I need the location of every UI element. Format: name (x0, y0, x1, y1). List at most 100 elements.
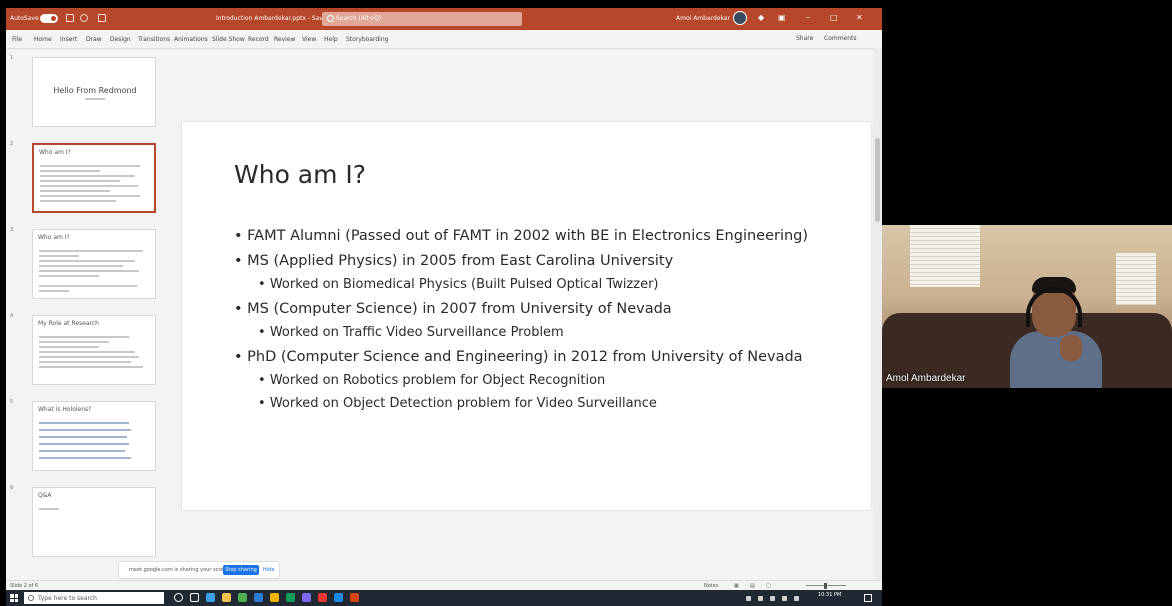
windows-start-icon[interactable] (10, 594, 18, 602)
present-icon[interactable] (98, 14, 106, 22)
bullet-level1: • PhD (Computer Science and Engineering)… (234, 349, 803, 365)
menu-slide-show[interactable]: Slide Show (212, 36, 245, 43)
menu-record[interactable]: Record (248, 36, 269, 43)
participant-video-tile[interactable]: Amol Ambardekar (882, 225, 1172, 388)
volume-icon[interactable] (782, 596, 787, 601)
ribbon-display-icon[interactable]: ▣ (778, 13, 786, 22)
normal-view-icon[interactable]: ▦ (734, 583, 739, 589)
thumbnail-title: Who am I? (38, 234, 70, 241)
slide-number: 1 (10, 55, 14, 61)
menu-animations[interactable]: Animations (174, 36, 208, 43)
chrome-icon[interactable] (238, 593, 247, 602)
app-icon[interactable] (334, 593, 343, 602)
slide-thumbnail-3[interactable]: Who am I? (32, 229, 156, 299)
diamond-icon[interactable]: ◆ (758, 13, 764, 22)
powerpoint-taskbar-icon[interactable] (350, 593, 359, 602)
slide-number: 4 (10, 313, 14, 319)
taskbar-search-placeholder: Type here to search (38, 595, 97, 602)
scrollbar-thumb[interactable] (875, 138, 880, 222)
powerpoint-window: AutoSave Introduction Ambardekar.pptx - … (6, 8, 882, 606)
user-name[interactable]: Amol Ambardekar (676, 15, 730, 22)
clock-time: 10:31 PM (818, 592, 842, 598)
slide-thumbnail-1[interactable]: Hello From Redmond (32, 57, 156, 127)
avatar[interactable] (733, 11, 747, 25)
window-blinds (1116, 253, 1156, 305)
bullet-level1: • FAMT Alumni (Passed out of FAMT in 200… (234, 228, 809, 244)
thumbnail-title: Hello From Redmond (53, 86, 137, 95)
search-icon (327, 15, 334, 22)
menu-home[interactable]: Home (34, 36, 52, 43)
bullet-level2: • Worked on Biomedical Physics (Built Pu… (258, 277, 659, 292)
stop-sharing-button[interactable]: Stop sharing (223, 565, 259, 575)
zoom-slider-knob[interactable] (824, 583, 827, 589)
thumbnail-title: Q&A (38, 492, 52, 499)
bullet-level2: • Worked on Object Detection problem for… (258, 396, 657, 411)
close-icon[interactable]: ✕ (856, 13, 863, 22)
slide-bullets[interactable]: • FAMT Alumni (Passed out of FAMT in 200… (234, 227, 854, 419)
menu-insert[interactable]: Insert (60, 36, 77, 43)
title-bar: AutoSave Introduction Ambardekar.pptx - … (6, 8, 882, 30)
slide-thumbnail-5[interactable]: What is Hololens? (32, 401, 156, 471)
search-placeholder: Search (Alt+Q) (336, 15, 382, 22)
edge-icon[interactable] (206, 593, 215, 602)
tray-icon[interactable] (758, 596, 763, 601)
menu-bar: File Home Insert Draw Design Transitions… (6, 30, 882, 49)
slide-canvas[interactable]: Who am I? • FAMT Alumni (Passed out of F… (182, 122, 871, 510)
slide-thumbnails-pane: 1 Hello From Redmond 2 Who am I? 3 Who a… (6, 49, 168, 579)
outlook-icon[interactable] (254, 593, 263, 602)
taskbar: Type here to search 10:31 PM (6, 590, 882, 606)
tray-icon[interactable] (746, 596, 751, 601)
taskbar-search[interactable]: Type here to search (24, 592, 164, 604)
slide-thumbnail-6[interactable]: Q&A (32, 487, 156, 557)
menu-review[interactable]: Review (274, 36, 295, 43)
app-icon[interactable] (318, 593, 327, 602)
minimize-icon[interactable]: – (806, 13, 810, 22)
slide-thumbnail-4[interactable]: My Role at Research (32, 315, 156, 385)
hide-button[interactable]: Hide (263, 567, 274, 573)
notifications-icon[interactable] (864, 594, 872, 602)
menu-draw[interactable]: Draw (86, 36, 102, 43)
menu-view[interactable]: View (302, 36, 316, 43)
taskbar-clock[interactable]: 10:31 PM (818, 592, 841, 598)
slide-number: 3 (10, 227, 14, 233)
bullet-level2: • Worked on Traffic Video Surveillance P… (258, 325, 564, 340)
menu-help[interactable]: Help (324, 36, 338, 43)
app-icon[interactable] (286, 593, 295, 602)
window-blinds (910, 225, 980, 287)
language-icon[interactable] (794, 596, 799, 601)
menu-file[interactable]: File (12, 36, 22, 43)
slide-number: 2 (10, 141, 14, 147)
share-button[interactable]: Share (796, 35, 813, 42)
vertical-scrollbar[interactable] (873, 48, 882, 580)
app-icon[interactable] (302, 593, 311, 602)
menu-storyboarding[interactable]: Storyboarding (346, 36, 388, 43)
thumbnail-title: My Role at Research (38, 320, 99, 327)
save-icon[interactable] (66, 14, 74, 22)
cortana-icon[interactable] (174, 593, 183, 602)
search-box[interactable]: Search (Alt+Q) (322, 12, 522, 26)
undo-icon[interactable] (80, 14, 88, 22)
menu-transitions[interactable]: Transitions (138, 36, 170, 43)
reading-view-icon[interactable]: ▢ (766, 583, 771, 589)
bullet-level2: • Worked on Robotics problem for Object … (258, 373, 606, 388)
menu-design[interactable]: Design (110, 36, 131, 43)
slide-sorter-icon[interactable]: ▤ (750, 583, 755, 589)
sharing-message: meet.google.com is sharing your screen. (129, 567, 232, 573)
file-explorer-icon[interactable] (222, 593, 231, 602)
bullet-level1: • MS (Applied Physics) in 2005 from East… (234, 253, 674, 269)
slide-thumbnail-2[interactable]: Who am I? (32, 143, 156, 213)
slide-title[interactable]: Who am I? (234, 160, 366, 189)
network-icon[interactable] (770, 596, 775, 601)
maximize-icon[interactable]: □ (830, 13, 838, 22)
slide-number: 5 (10, 399, 14, 405)
participant-name: Amol Ambardekar (886, 373, 966, 384)
slide-counter: Slide 2 of 6 (10, 583, 39, 589)
notes-button[interactable]: Notes (704, 583, 718, 589)
comments-button[interactable]: Comments (824, 35, 857, 42)
task-view-icon[interactable] (190, 593, 199, 602)
autosave-toggle[interactable] (40, 14, 58, 23)
autosave-label: AutoSave (10, 15, 39, 22)
document-title: Introduction Ambardekar.pptx - Saved (216, 15, 331, 22)
slide-number: 6 (10, 485, 14, 491)
app-icon[interactable] (270, 593, 279, 602)
